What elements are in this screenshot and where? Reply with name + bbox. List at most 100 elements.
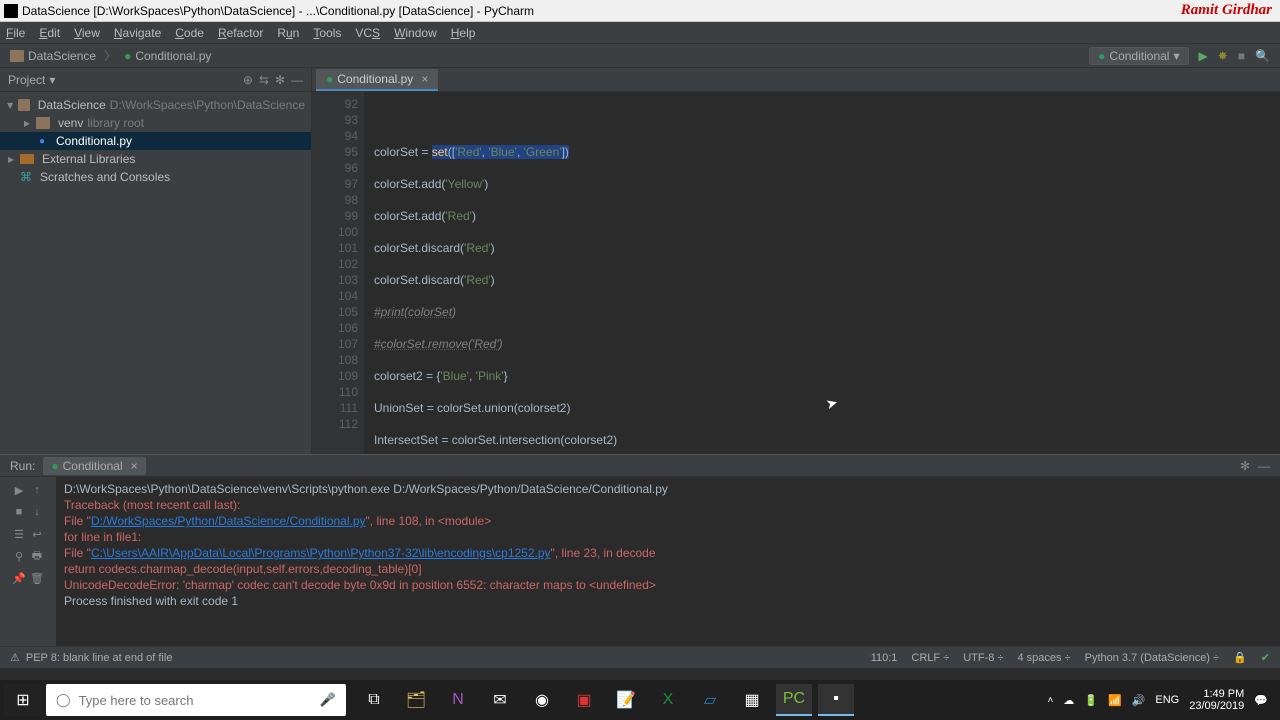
window-titlebar: DataScience [D:\WorkSpaces\Python\DataSc… xyxy=(0,0,1280,22)
chevron-down-icon[interactable]: ▾ xyxy=(49,73,55,87)
run-label: Run: xyxy=(10,459,35,473)
run-tab[interactable]: ● Conditional × xyxy=(43,457,145,475)
menu-file[interactable]: File xyxy=(6,26,25,40)
watermark: Ramit Girdhar xyxy=(1181,2,1272,19)
cmd-icon[interactable]: ▪ xyxy=(818,684,854,716)
layout-icon[interactable]: ☰ xyxy=(12,527,26,541)
taskbar-search[interactable]: ◯ Type here to search 🎤 xyxy=(46,684,346,716)
tree-item[interactable]: ▸venv library root xyxy=(0,114,311,132)
tree-item[interactable]: ⌘Scratches and Consoles xyxy=(0,168,311,186)
clock[interactable]: 1:49 PM 23/09/2019 xyxy=(1189,688,1244,712)
collapse-icon[interactable]: ⇆ xyxy=(259,73,269,87)
battery-icon[interactable]: 🔋 xyxy=(1084,694,1098,707)
scroll-up-icon[interactable]: ↑ xyxy=(30,483,44,497)
wifi-icon[interactable]: 📶 xyxy=(1108,694,1122,707)
menu-tools[interactable]: Tools xyxy=(313,26,341,40)
filter-icon[interactable]: ⚲ xyxy=(12,549,26,563)
debug-button[interactable]: ✸ xyxy=(1218,49,1228,63)
menu-run[interactable]: Run xyxy=(277,26,299,40)
run-config-name: Conditional xyxy=(1109,49,1169,63)
search-placeholder: Type here to search xyxy=(79,693,194,708)
wrap-icon[interactable]: ↩ xyxy=(30,527,44,541)
line-separator[interactable]: CRLF ÷ xyxy=(911,652,949,664)
volume-icon[interactable]: 🔊 xyxy=(1132,694,1146,707)
menu-edit[interactable]: Edit xyxy=(39,26,60,40)
menu-vcs[interactable]: VCS xyxy=(355,26,380,40)
calculator-icon[interactable]: ▦ xyxy=(734,684,770,716)
editor-tab[interactable]: ● Conditional.py × xyxy=(316,69,438,91)
language-indicator[interactable]: ENG xyxy=(1155,694,1179,706)
project-tool-window: Project ▾ ⊕ ⇆ ✻ — ▾DataScience D:\WorkSp… xyxy=(0,68,312,454)
tab-label: Conditional.py xyxy=(337,72,413,86)
menu-help[interactable]: Help xyxy=(451,26,476,40)
run-tool-window: Run: ● Conditional × ✻ — ▶ ↑ ■ ↓ ☰ ↩ xyxy=(0,454,1280,646)
powershell-icon[interactable]: ▱ xyxy=(692,684,728,716)
tree-item[interactable]: ●Conditional.py xyxy=(0,132,311,150)
status-message: PEP 8: blank line at end of file xyxy=(26,652,173,664)
trash-icon[interactable]: 🗑 xyxy=(30,571,44,585)
hide-icon[interactable]: — xyxy=(1258,459,1270,473)
rerun-button[interactable]: ▶ xyxy=(12,483,26,497)
excel-icon[interactable]: X xyxy=(650,684,686,716)
mail-icon[interactable]: ✉ xyxy=(482,684,518,716)
onedrive-icon[interactable]: ☁ xyxy=(1063,694,1074,707)
file-encoding[interactable]: UTF-8 ÷ xyxy=(963,652,1003,664)
breadcrumb-project[interactable]: DataScience xyxy=(28,49,96,63)
python-interpreter[interactable]: Python 3.7 (DataScience) ÷ xyxy=(1085,652,1219,664)
hide-icon[interactable]: — xyxy=(291,73,303,87)
stop-button[interactable]: ■ xyxy=(12,505,26,519)
line-gutter: 9293949596979899100101102103104105106107… xyxy=(312,92,364,454)
run-config-selector[interactable]: ● Conditional ▾ xyxy=(1089,47,1188,65)
run-button[interactable]: ▶ xyxy=(1199,49,1208,63)
code-editor[interactable]: 9293949596979899100101102103104105106107… xyxy=(312,92,1280,454)
gear-icon[interactable]: ✻ xyxy=(275,73,285,87)
folder-icon xyxy=(18,99,30,111)
main-menu: File Edit View Navigate Code Refactor Ru… xyxy=(0,22,1280,44)
caret-position[interactable]: 110:1 xyxy=(871,652,898,664)
camtasia-icon[interactable]: ▣ xyxy=(566,684,602,716)
python-icon: ● xyxy=(1098,49,1105,63)
onenote-icon[interactable]: N xyxy=(440,684,476,716)
close-icon[interactable]: × xyxy=(131,459,138,473)
windows-taskbar: ⊞ ◯ Type here to search 🎤 ⧉ 🗂 N ✉ ◉ ▣ 📝 … xyxy=(0,680,1280,720)
editor-tabs: ● Conditional.py × xyxy=(312,68,1280,92)
file-explorer-icon[interactable]: 🗂 xyxy=(398,684,434,716)
tray-overflow-icon[interactable]: ˄ xyxy=(1047,695,1053,706)
menu-window[interactable]: Window xyxy=(394,26,437,40)
project-tree[interactable]: ▾DataScience D:\WorkSpaces\Python\DataSc… xyxy=(0,92,311,190)
search-icon: ◯ xyxy=(56,692,71,708)
gear-icon[interactable]: ✻ xyxy=(1240,459,1250,473)
indent-setting[interactable]: 4 spaces ÷ xyxy=(1018,652,1071,664)
menu-navigate[interactable]: Navigate xyxy=(114,26,161,40)
notepad-icon[interactable]: 📝 xyxy=(608,684,644,716)
notifications-icon[interactable]: ✔ xyxy=(1261,651,1270,664)
tree-item[interactable]: ▸External Libraries xyxy=(0,150,311,168)
menu-view[interactable]: View xyxy=(74,26,100,40)
mic-icon[interactable]: 🎤 xyxy=(320,692,336,708)
search-everywhere-icon[interactable]: 🔍 xyxy=(1255,49,1270,63)
scroll-down-icon[interactable]: ↓ xyxy=(30,505,44,519)
task-view-icon[interactable]: ⧉ xyxy=(356,684,392,716)
status-bar: ⚠ PEP 8: blank line at end of file 110:1… xyxy=(0,646,1280,668)
pin-icon[interactable]: 📌 xyxy=(12,571,26,585)
stop-button[interactable]: ■ xyxy=(1238,49,1245,63)
tree-item[interactable]: ▾DataScience D:\WorkSpaces\Python\DataSc… xyxy=(0,96,311,114)
pycharm-icon xyxy=(4,4,18,18)
lock-icon[interactable]: 🔒 xyxy=(1233,651,1247,664)
menu-refactor[interactable]: Refactor xyxy=(218,26,263,40)
chrome-icon[interactable]: ◉ xyxy=(524,684,560,716)
print-icon[interactable]: 🖶 xyxy=(30,549,44,563)
console-output[interactable]: D:\WorkSpaces\Python\DataScience\venv\Sc… xyxy=(56,477,1280,646)
python-icon: ● xyxy=(326,72,333,86)
pycharm-task-icon[interactable]: PC xyxy=(776,684,812,716)
breadcrumb-file[interactable]: Conditional.py xyxy=(135,49,211,63)
python-icon: ● xyxy=(51,459,58,473)
code-content[interactable]: colorSet = set(['Red', 'Blue', 'Green'])… xyxy=(364,92,891,454)
menu-code[interactable]: Code xyxy=(175,26,204,40)
notifications-icon[interactable]: 💬 xyxy=(1254,694,1268,707)
start-button[interactable]: ⊞ xyxy=(4,684,42,716)
project-tool-title[interactable]: Project xyxy=(8,73,45,87)
close-icon[interactable]: × xyxy=(421,72,428,86)
target-icon[interactable]: ⊕ xyxy=(243,73,253,87)
warning-icon[interactable]: ⚠ xyxy=(10,651,20,664)
